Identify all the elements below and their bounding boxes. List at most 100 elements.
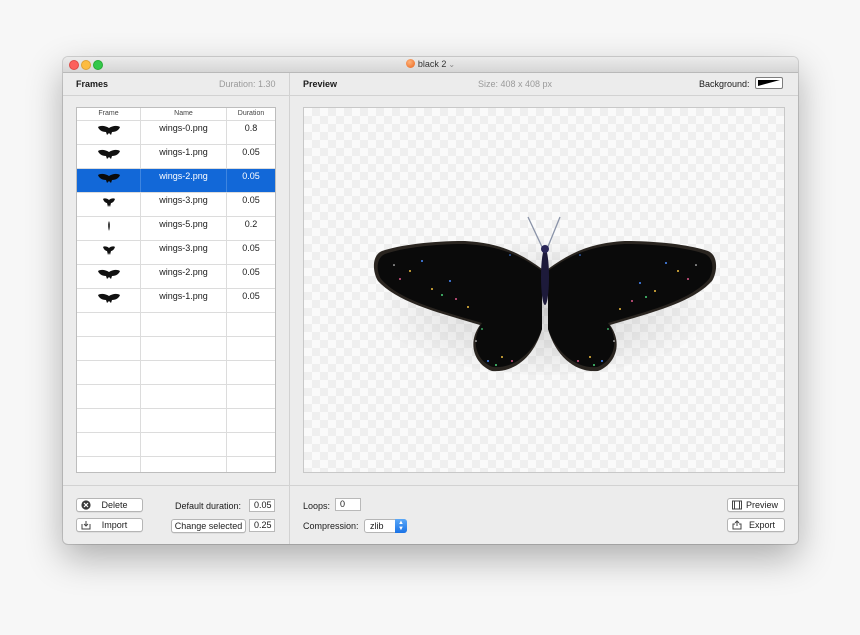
- frame-thumbnail: [77, 269, 140, 279]
- frame-thumbnail: [77, 149, 140, 159]
- compression-label: Compression:: [303, 521, 359, 531]
- delete-button[interactable]: Delete: [76, 498, 143, 512]
- frame-thumbnail-cell: [77, 217, 141, 240]
- butterfly-preview-image: [373, 216, 717, 375]
- frames-panel-title: Frames: [76, 79, 109, 89]
- frame-thumbnail-cell: [77, 121, 141, 144]
- frame-duration[interactable]: 0.05: [227, 289, 275, 302]
- frame-duration-cell: [227, 457, 275, 472]
- change-selected-button[interactable]: Change selected: [171, 519, 246, 533]
- frame-thumbnail-cell: [77, 361, 141, 384]
- preview-panel-title: Preview: [303, 79, 338, 89]
- app-window: black 2 ⌄ Frames Duration: 1.30 Preview S…: [63, 57, 798, 544]
- frame-name-cell: [141, 361, 227, 384]
- table-row[interactable]: wings-2.png 0.05: [77, 265, 275, 289]
- frame-thumbnail: [77, 245, 140, 255]
- title-bar: black 2 ⌄: [63, 57, 798, 73]
- frame-duration[interactable]: 0.05: [227, 169, 275, 182]
- table-row[interactable]: wings-5.png 0.2: [77, 217, 275, 241]
- frame-name: wings-3.png: [159, 195, 208, 205]
- frame-duration-cell[interactable]: 0.05: [227, 265, 275, 288]
- frame-duration-cell[interactable]: 0.05: [227, 169, 275, 192]
- frame-duration[interactable]: 0.8: [227, 121, 275, 134]
- chevron-down-icon: ⌄: [448, 60, 456, 69]
- compression-value: zlib: [370, 521, 384, 531]
- column-header-duration[interactable]: Duration: [227, 108, 275, 120]
- empty-table-row: [77, 385, 275, 409]
- frame-thumbnail-cell: [77, 385, 141, 408]
- column-header-name[interactable]: Name: [141, 108, 227, 120]
- change-selected-label: Change selected: [174, 521, 243, 531]
- frame-name: wings-0.png: [159, 123, 208, 133]
- frame-name: wings-5.png: [159, 219, 208, 229]
- frame-duration-cell: [227, 433, 275, 456]
- column-header-frame[interactable]: Frame: [77, 108, 141, 120]
- frame-duration[interactable]: 0.05: [227, 241, 275, 254]
- frame-name-cell: [141, 337, 227, 360]
- table-row[interactable]: wings-3.png 0.05: [77, 241, 275, 265]
- table-row[interactable]: wings-1.png 0.05: [77, 145, 275, 169]
- table-row[interactable]: wings-0.png 0.8: [77, 121, 275, 145]
- table-row[interactable]: wings-3.png 0.05: [77, 193, 275, 217]
- import-button[interactable]: Import: [76, 518, 143, 532]
- frame-name-cell: [141, 385, 227, 408]
- frame-name-cell: [141, 409, 227, 432]
- frame-duration[interactable]: 0.05: [227, 145, 275, 158]
- table-row[interactable]: wings-2.png 0.05: [77, 169, 275, 193]
- frame-duration-cell[interactable]: 0.05: [227, 289, 275, 312]
- loops-input[interactable]: 0: [335, 498, 361, 511]
- frame-duration-cell[interactable]: 0.2: [227, 217, 275, 240]
- compression-select[interactable]: zlib ▲ ▼: [364, 519, 407, 533]
- panel-header: Frames Duration: 1.30 Preview Size: 408 …: [63, 73, 798, 96]
- frame-name-cell: [141, 433, 227, 456]
- frame-duration-cell[interactable]: 0.05: [227, 241, 275, 264]
- delete-button-label: Delete: [101, 500, 128, 510]
- empty-table-row: [77, 313, 275, 337]
- frame-duration-cell[interactable]: 0.05: [227, 145, 275, 168]
- window-title-area[interactable]: black 2 ⌄: [63, 58, 798, 71]
- frame-duration[interactable]: 0.05: [227, 193, 275, 206]
- change-selected-input[interactable]: 0.25: [249, 519, 275, 532]
- panel-divider[interactable]: [289, 73, 290, 544]
- loops-label: Loops:: [303, 501, 331, 511]
- import-button-label: Import: [101, 520, 128, 530]
- frame-duration[interactable]: 0.2: [227, 217, 275, 230]
- frame-duration[interactable]: 0.05: [227, 265, 275, 278]
- image-size: Size: 408 x 408 px: [478, 79, 553, 89]
- frame-name-cell: wings-0.png: [141, 121, 227, 144]
- frame-name: wings-3.png: [159, 243, 208, 253]
- frame-duration-cell[interactable]: 0.8: [227, 121, 275, 144]
- background-color-well[interactable]: [755, 77, 783, 89]
- frame-name: wings-2.png: [159, 267, 208, 277]
- empty-table-row: [77, 361, 275, 385]
- frame-name: wings-2.png: [159, 171, 208, 181]
- table-row[interactable]: wings-1.png 0.05: [77, 289, 275, 313]
- frames-table[interactable]: Frame Name Duration wings-0.png 0.8 wings-…: [76, 107, 276, 473]
- empty-table-row: [77, 409, 275, 433]
- frame-thumbnail-cell: [77, 169, 141, 192]
- export-button[interactable]: Export: [727, 518, 785, 532]
- frame-thumbnail: [77, 197, 140, 207]
- default-duration-label: Default duration:: [175, 501, 242, 511]
- frame-thumbnail-cell: [77, 313, 141, 336]
- total-duration: Duration: 1.30: [219, 79, 276, 89]
- frame-thumbnail-cell: [77, 193, 141, 216]
- frame-duration-cell[interactable]: 0.05: [227, 193, 275, 216]
- frame-duration-cell: [227, 361, 275, 384]
- frame-name-cell: wings-2.png: [141, 169, 227, 192]
- preview-button[interactable]: Preview: [727, 498, 785, 512]
- frame-name-cell: wings-1.png: [141, 289, 227, 312]
- frame-thumbnail-cell: [77, 337, 141, 360]
- frame-thumbnail-cell: [77, 241, 141, 264]
- frame-name: wings-1.png: [159, 147, 208, 157]
- empty-table-row: [77, 433, 275, 457]
- frame-name-cell: wings-1.png: [141, 145, 227, 168]
- frame-name-cell: [141, 313, 227, 336]
- frame-name-cell: wings-3.png: [141, 241, 227, 264]
- frame-thumbnail-cell: [77, 289, 141, 312]
- default-duration-input[interactable]: 0.05: [249, 499, 275, 512]
- frame-thumbnail: [77, 293, 140, 303]
- frame-thumbnail-cell: [77, 145, 141, 168]
- frame-duration-cell: [227, 337, 275, 360]
- frame-duration-cell: [227, 385, 275, 408]
